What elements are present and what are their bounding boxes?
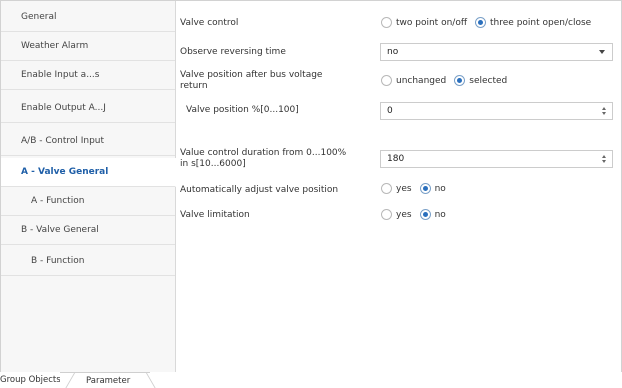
auto-adjust-option-no[interactable]: no xyxy=(419,183,446,194)
sidebar-item-label: B - Valve General xyxy=(21,225,99,235)
sidebar-item-label: General xyxy=(21,12,57,22)
valve-position-option-unchanged[interactable]: unchanged xyxy=(381,75,446,86)
valve-position-option-selected[interactable]: selected xyxy=(454,75,507,86)
dropdown-value: no xyxy=(387,47,399,57)
radio-label: no xyxy=(434,183,446,194)
valve-limitation-label: Valve limitation xyxy=(180,210,250,220)
valve-limitation-option-no[interactable]: no xyxy=(419,209,446,220)
parameter-window: General Weather Alarm Enable Input a...s… xyxy=(0,0,622,374)
radio-label: unchanged xyxy=(396,75,447,86)
sidebar-item-b-function[interactable]: B - Function xyxy=(1,247,175,276)
sidebar-item-label: B - Function xyxy=(31,256,85,266)
radio-icon[interactable] xyxy=(381,183,392,194)
label-line: return xyxy=(180,81,208,91)
sidebar-item-label: A/B - Control Input xyxy=(21,136,105,146)
parameter-panel: Valve control two point on/off three poi… xyxy=(176,1,621,373)
control-duration-spinbox[interactable]: 180 xyxy=(380,150,613,168)
valve-position-pct-label: Valve position %[0...100] xyxy=(186,105,299,115)
radio-selected-icon[interactable] xyxy=(475,17,487,28)
valve-control-option-two-point[interactable]: two point on/off xyxy=(381,17,467,28)
sidebar: General Weather Alarm Enable Input a...s… xyxy=(1,1,176,373)
valve-control-option-three-point[interactable]: three point open/close xyxy=(475,17,591,28)
sidebar-item-a-valve-general[interactable]: A - Valve General xyxy=(1,158,176,187)
sidebar-item-control-input[interactable]: A/B - Control Input xyxy=(1,127,175,156)
control-duration-label: Value control duration from 0...100% in … xyxy=(180,148,355,170)
radio-icon[interactable] xyxy=(381,75,392,86)
spinner-arrows-icon[interactable] xyxy=(598,151,610,167)
sidebar-item-enable-output[interactable]: Enable Output A...J xyxy=(1,94,175,123)
radio-selected-icon[interactable] xyxy=(419,183,431,194)
radio-icon[interactable] xyxy=(381,17,392,28)
chevron-down-icon[interactable] xyxy=(599,50,605,54)
spinbox-value: 180 xyxy=(387,154,405,164)
sidebar-item-a-function[interactable]: A - Function xyxy=(1,187,175,216)
auto-adjust-label: Automatically adjust valve position xyxy=(180,185,339,195)
tab-label: Group Objects xyxy=(0,374,61,385)
sidebar-item-label: Weather Alarm xyxy=(21,41,89,51)
label-line: Valve position after bus voltage xyxy=(180,70,323,80)
valve-control-radio-group: two point on/off three point open/close xyxy=(381,17,599,28)
radio-label: three point open/close xyxy=(490,17,592,28)
sidebar-item-weather-alarm[interactable]: Weather Alarm xyxy=(1,32,175,61)
valve-limitation-option-yes[interactable]: yes xyxy=(381,209,412,220)
label-line: in s[10...6000] xyxy=(180,159,246,169)
radio-label: selected xyxy=(469,75,508,86)
label-line: Value control duration from 0...100% xyxy=(180,148,347,158)
radio-icon[interactable] xyxy=(381,209,392,220)
sidebar-item-general[interactable]: General xyxy=(1,3,175,32)
spinbox-value: 0 xyxy=(387,106,393,116)
valve-position-pct-spinbox[interactable]: 0 xyxy=(380,102,613,120)
radio-label: two point on/off xyxy=(396,17,468,28)
observe-reversing-dropdown[interactable]: no xyxy=(380,43,613,61)
auto-adjust-option-yes[interactable]: yes xyxy=(381,183,412,194)
radio-label: yes xyxy=(396,209,412,220)
valve-control-label: Valve control xyxy=(180,18,239,28)
sidebar-item-label: Enable Input a...s xyxy=(21,70,100,80)
sidebar-item-label: A - Function xyxy=(31,196,85,206)
observe-reversing-label: Observe reversing time xyxy=(180,47,286,57)
tab-group-objects[interactable]: Group Objects xyxy=(0,372,64,387)
auto-adjust-radio-group: yes no xyxy=(381,183,454,194)
valve-limitation-radio-group: yes no xyxy=(381,209,454,220)
sidebar-item-label: Enable Output A...J xyxy=(21,103,106,113)
sidebar-item-label: A - Valve General xyxy=(21,167,109,177)
radio-label: yes xyxy=(396,183,412,194)
spinner-arrows-icon[interactable] xyxy=(598,103,610,119)
valve-position-return-radio-group: unchanged selected xyxy=(381,75,515,86)
bottom-tab-bar: Group Objects Parameter xyxy=(0,372,622,388)
radio-selected-icon[interactable] xyxy=(419,209,431,220)
radio-label: no xyxy=(434,209,446,220)
radio-selected-icon[interactable] xyxy=(454,75,466,86)
valve-position-return-label: Valve position after bus voltage return xyxy=(180,70,355,92)
sidebar-item-enable-input[interactable]: Enable Input a...s xyxy=(1,61,175,90)
sidebar-item-b-valve-general[interactable]: B - Valve General xyxy=(1,216,175,245)
